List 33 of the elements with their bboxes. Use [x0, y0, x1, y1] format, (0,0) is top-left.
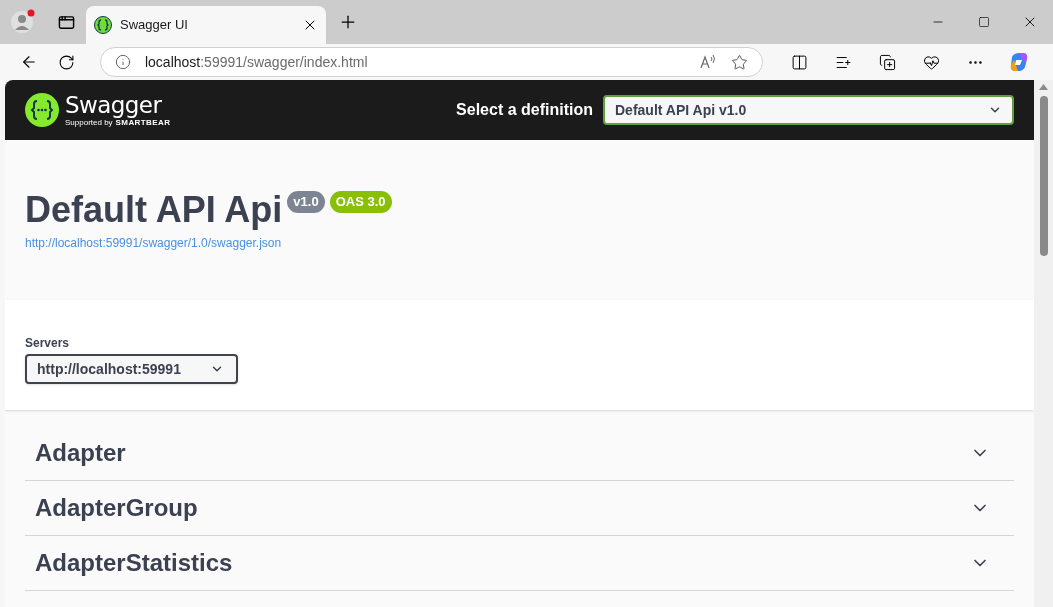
favorite-icon[interactable] [731, 53, 748, 71]
copilot-icon[interactable] [1008, 51, 1030, 73]
reload-icon[interactable] [58, 53, 76, 71]
tag-section-header[interactable]: AdapterGroup [25, 481, 1014, 536]
profile-icon[interactable] [10, 9, 36, 35]
logo-wordmark: Swagger [65, 93, 162, 117]
maximize-icon[interactable] [978, 16, 990, 28]
browser-tab[interactable]: Swagger UI [86, 6, 326, 44]
scrollbar-thumb[interactable] [1039, 96, 1048, 256]
definition-label: Select a definition [456, 100, 593, 120]
servers-label: Servers [25, 335, 71, 352]
scrollbar[interactable] [1034, 80, 1053, 607]
collections-icon[interactable] [878, 53, 896, 71]
split-screen-icon[interactable] [790, 53, 808, 71]
url-text: localhost:59991/swagger/index.html [144, 52, 369, 72]
swagger-logo-icon [25, 93, 59, 127]
site-info-icon[interactable] [114, 54, 131, 70]
read-aloud-icon[interactable] [699, 54, 717, 70]
browser-essentials-icon[interactable] [922, 53, 940, 71]
definition-select[interactable]: Default API Api v1.0 [603, 95, 1014, 125]
tab-actions-icon[interactable] [57, 13, 75, 31]
version-badge: v1.0 [287, 191, 325, 213]
tag-section-header[interactable]: AdapterStatistics [25, 536, 1014, 591]
servers-select[interactable]: http://localhost:59991 [25, 354, 238, 384]
api-title: Default API Api [25, 188, 283, 232]
smartbear-text: SMARTBEAR [115, 118, 171, 127]
scroll-up-icon[interactable] [1039, 84, 1048, 90]
tag-section-header[interactable]: Adapter [25, 426, 1014, 481]
tab-title: Swagger UI [120, 16, 189, 35]
swagger-favicon-icon [94, 16, 112, 34]
address-bar[interactable]: localhost:59991/swagger/index.html [99, 47, 763, 77]
oas-badge: OAS 3.0 [329, 191, 392, 213]
supported-by-text: Supported by [65, 118, 113, 127]
